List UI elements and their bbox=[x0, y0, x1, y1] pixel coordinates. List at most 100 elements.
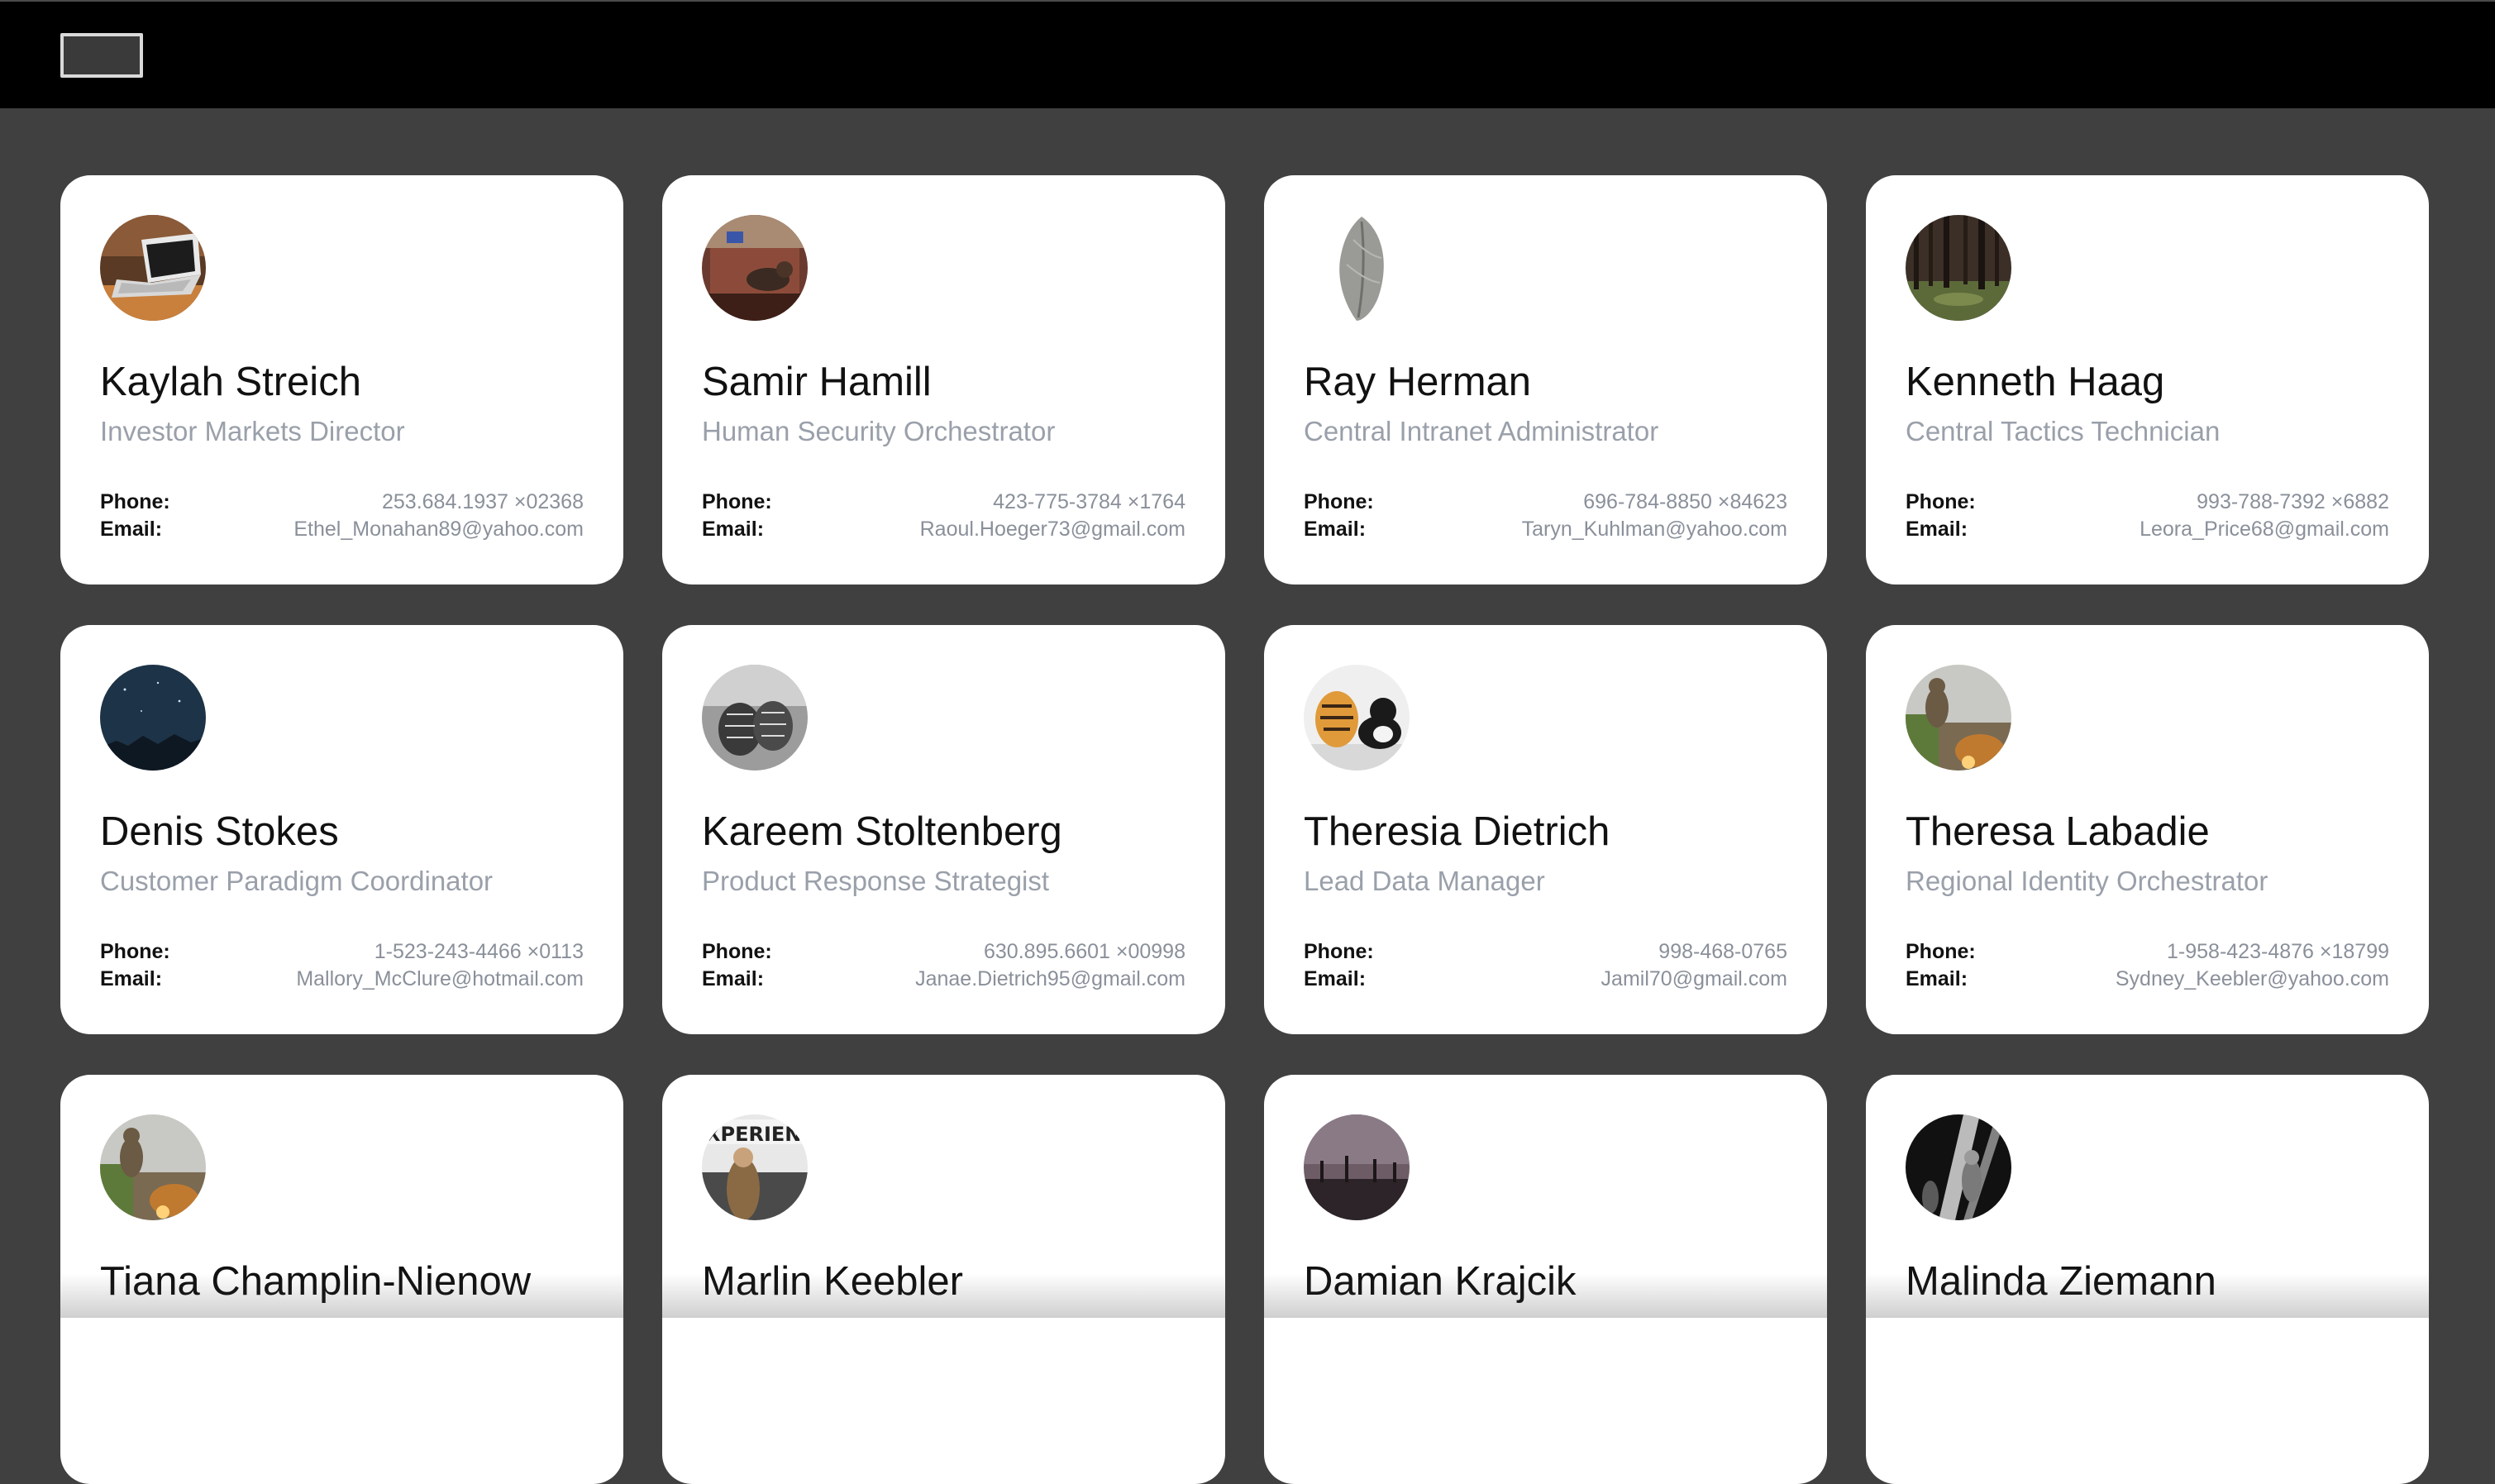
cat-on-couch-photo-icon bbox=[702, 215, 808, 321]
email-label: Email: bbox=[702, 967, 765, 990]
contact-card[interactable]: Denis Stokes Customer Paradigm Coordinat… bbox=[60, 625, 623, 1034]
email-row: Email: Mallory_McClure@hotmail.com bbox=[100, 967, 584, 991]
contact-card[interactable]: Kaylah Streich Investor Markets Director… bbox=[60, 175, 623, 585]
email-value: Leora_Price68@gmail.com bbox=[2140, 518, 2389, 541]
phone-value: 423-775-3784 ×1764 bbox=[993, 490, 1185, 513]
phone-label: Phone: bbox=[100, 490, 170, 513]
night-sky-photo-icon bbox=[100, 665, 206, 771]
avatar bbox=[1906, 665, 2011, 771]
phone-value: 696-784-8850 ×84623 bbox=[1583, 490, 1787, 513]
experience-sign-photo-icon: XPERIEN bbox=[702, 1114, 808, 1220]
leaf-photo-icon bbox=[1304, 215, 1410, 321]
email-row: Email: Leora_Price68@gmail.com bbox=[1906, 518, 2389, 542]
contact-name: Denis Stokes bbox=[100, 809, 339, 854]
email-label: Email: bbox=[1304, 967, 1367, 990]
avatar bbox=[1304, 1114, 1410, 1220]
email-label: Email: bbox=[100, 967, 163, 990]
contact-card[interactable]: Tiana Champlin-Nienow bbox=[60, 1075, 623, 1484]
phone-value: 630.895.6601 ×00998 bbox=[984, 940, 1185, 963]
contact-name: Kaylah Streich bbox=[100, 360, 361, 404]
contact-name: Tiana Champlin-Nienow bbox=[100, 1259, 532, 1304]
email-value: Janae.Dietrich95@gmail.com bbox=[915, 967, 1185, 990]
contact-name: Theresa Labadie bbox=[1906, 809, 2210, 854]
email-label: Email: bbox=[702, 518, 765, 541]
email-row: Email: Jamil70@gmail.com bbox=[1304, 967, 1787, 991]
forest-photo-icon bbox=[1906, 215, 2011, 321]
avatar bbox=[702, 215, 808, 321]
contact-card[interactable]: Theresia Dietrich Lead Data Manager Phon… bbox=[1264, 625, 1827, 1034]
phone-label: Phone: bbox=[702, 940, 772, 963]
avatar bbox=[702, 665, 808, 771]
top-bar bbox=[0, 0, 2495, 108]
contact-name: Damian Krajcik bbox=[1304, 1259, 1577, 1304]
email-row: Email: Sydney_Keebler@yahoo.com bbox=[1906, 967, 2389, 991]
contact-card[interactable]: Kareem Stoltenberg Product Response Stra… bbox=[662, 625, 1225, 1034]
email-value: Sydney_Keebler@yahoo.com bbox=[2115, 967, 2389, 990]
phone-row: Phone: 696-784-8850 ×84623 bbox=[1304, 490, 1787, 514]
phone-value: 1-958-423-4876 ×18799 bbox=[2167, 940, 2389, 963]
avatar bbox=[1906, 215, 2011, 321]
email-label: Email: bbox=[1906, 518, 1968, 541]
contact-role: Investor Markets Director bbox=[100, 416, 405, 446]
phone-row: Phone: 993-788-7392 ×6882 bbox=[1906, 490, 2389, 514]
concert-bw-photo-icon bbox=[1906, 1114, 2011, 1220]
cat-on-wall-photo-icon bbox=[1906, 665, 2011, 771]
email-label: Email: bbox=[1304, 518, 1367, 541]
phone-row: Phone: 630.895.6601 ×00998 bbox=[702, 940, 1185, 964]
contact-role: Human Security Orchestrator bbox=[702, 416, 1056, 446]
contact-card[interactable]: Ray Herman Central Intranet Administrato… bbox=[1264, 175, 1827, 585]
phone-row: Phone: 998-468-0765 bbox=[1304, 940, 1787, 964]
contact-name: Kareem Stoltenberg bbox=[702, 809, 1062, 854]
phone-row: Phone: 423-775-3784 ×1764 bbox=[702, 490, 1185, 514]
bridge-dusk-photo-icon bbox=[1304, 1114, 1410, 1220]
cat-on-wall-photo-icon bbox=[100, 1114, 206, 1220]
email-value: Taryn_Kuhlman@yahoo.com bbox=[1521, 518, 1787, 541]
email-label: Email: bbox=[1906, 967, 1968, 990]
contact-role: Regional Identity Orchestrator bbox=[1906, 866, 2268, 896]
contact-role: Customer Paradigm Coordinator bbox=[100, 866, 494, 896]
email-label: Email: bbox=[100, 518, 163, 541]
email-row: Email: Janae.Dietrich95@gmail.com bbox=[702, 967, 1185, 991]
menu-button[interactable] bbox=[60, 33, 143, 78]
contact-name: Kenneth Haag bbox=[1906, 360, 2165, 404]
svg-text:XPERIEN: XPERIEN bbox=[705, 1123, 801, 1146]
contact-card[interactable]: Kenneth Haag Central Tactics Technician … bbox=[1866, 175, 2429, 585]
tiger-toy-and-cat-photo-icon bbox=[1304, 665, 1410, 771]
contact-name: Theresia Dietrich bbox=[1304, 809, 1610, 854]
contact-role: Central Tactics Technician bbox=[1906, 416, 2221, 446]
contact-grid: Kaylah Streich Investor Markets Director… bbox=[60, 175, 2429, 1484]
contact-role: Central Intranet Administrator bbox=[1304, 416, 1659, 446]
avatar bbox=[1906, 1114, 2011, 1220]
email-row: Email: Raoul.Hoeger73@gmail.com bbox=[702, 518, 1185, 542]
email-row: Email: Taryn_Kuhlman@yahoo.com bbox=[1304, 518, 1787, 542]
email-value: Mallory_McClure@hotmail.com bbox=[296, 967, 584, 990]
contact-role: Lead Data Manager bbox=[1304, 866, 1545, 896]
contact-name: Ray Herman bbox=[1304, 360, 1532, 404]
contact-name: Malinda Ziemann bbox=[1906, 1259, 2216, 1304]
contact-name: Marlin Keebler bbox=[702, 1259, 963, 1304]
avatar bbox=[100, 665, 206, 771]
laptop-photo-icon bbox=[100, 215, 206, 321]
phone-value: 993-788-7392 ×6882 bbox=[2197, 490, 2389, 513]
phone-label: Phone: bbox=[100, 940, 170, 963]
phone-value: 253.684.1937 ×02368 bbox=[382, 490, 584, 513]
phone-label: Phone: bbox=[1304, 490, 1374, 513]
pinecones-photo-icon bbox=[702, 665, 808, 771]
phone-label: Phone: bbox=[1304, 940, 1374, 963]
email-value: Jamil70@gmail.com bbox=[1601, 967, 1787, 990]
contact-card[interactable]: Malinda Ziemann bbox=[1866, 1075, 2429, 1484]
email-value: Ethel_Monahan89@yahoo.com bbox=[293, 518, 584, 541]
contact-card[interactable]: Damian Krajcik bbox=[1264, 1075, 1827, 1484]
email-value: Raoul.Hoeger73@gmail.com bbox=[919, 518, 1185, 541]
phone-label: Phone: bbox=[1906, 490, 1976, 513]
avatar bbox=[1304, 215, 1410, 321]
contact-role: Product Response Strategist bbox=[702, 866, 1050, 896]
contact-card[interactable]: Samir Hamill Human Security Orchestrator… bbox=[662, 175, 1225, 585]
phone-label: Phone: bbox=[702, 490, 772, 513]
contact-name: Samir Hamill bbox=[702, 360, 932, 404]
contact-card[interactable]: XPERIEN Marlin Keebler bbox=[662, 1075, 1225, 1484]
email-row: Email: Ethel_Monahan89@yahoo.com bbox=[100, 518, 584, 542]
contact-card[interactable]: Theresa Labadie Regional Identity Orches… bbox=[1866, 625, 2429, 1034]
avatar bbox=[1304, 665, 1410, 771]
phone-row: Phone: 253.684.1937 ×02368 bbox=[100, 490, 584, 514]
